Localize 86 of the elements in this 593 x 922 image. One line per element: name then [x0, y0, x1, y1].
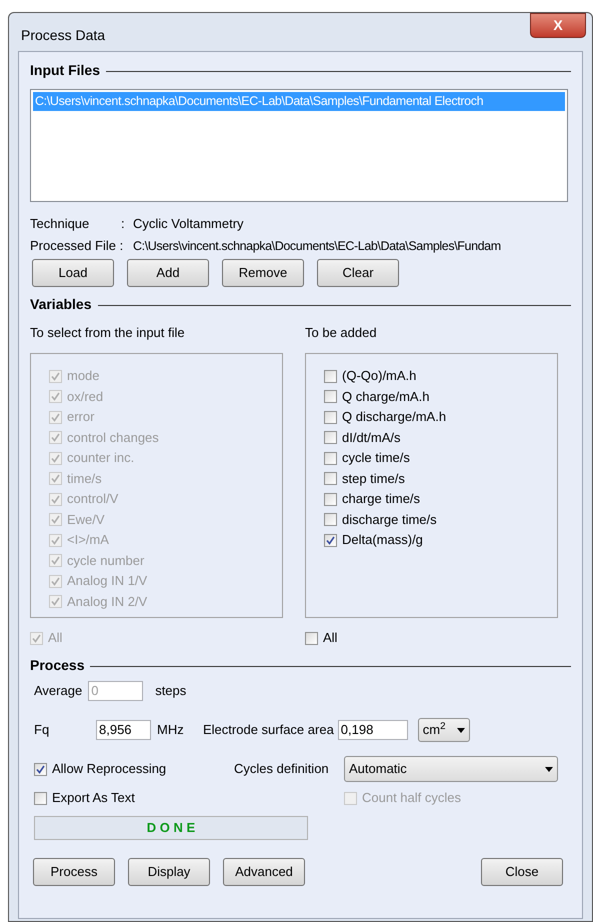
- section-heading: Input Files: [30, 60, 100, 80]
- checkmark-icon: [326, 536, 335, 544]
- checkbox[interactable]: [324, 431, 337, 444]
- checkbox-label: Q charge/mA.h: [342, 388, 430, 406]
- checkbox-label: Allow Reprocessing: [52, 760, 166, 778]
- dialog-button[interactable]: Add: [127, 259, 209, 287]
- checkmark-icon: [51, 556, 60, 565]
- unit-dropdown[interactable]: cm$^{2}$: [418, 718, 470, 742]
- checkbox-label: Analog IN 1/V: [67, 572, 148, 590]
- checkbox-label: Q discharge/mA.h: [342, 408, 446, 426]
- window-title: Process Data: [21, 26, 106, 45]
- group-title: To select from the input file: [30, 324, 186, 342]
- checkbox-label: Count half cycles: [362, 789, 461, 808]
- dialog-button[interactable]: Clear: [317, 259, 399, 287]
- dialog-button[interactable]: Display: [128, 858, 210, 886]
- checkbox[interactable]: [324, 472, 337, 485]
- dialog-button[interactable]: Remove: [222, 259, 304, 287]
- section-heading: Variables: [30, 294, 92, 314]
- checkbox[interactable]: [324, 410, 337, 424]
- window-close-button[interactable]: X: [530, 13, 586, 38]
- checkmark-icon: [51, 412, 60, 422]
- section-heading: Process: [30, 656, 84, 674]
- checkbox-label: (Q-Qo)/mA.h: [342, 367, 416, 386]
- checkbox-label: All: [323, 629, 338, 648]
- processed-file-value: C:\Users\vincent.schnapka\Documents\EC-Lab\Data\Samples\Fundam: [133, 238, 501, 255]
- unit-label: MHz: [157, 721, 185, 740]
- dropdown-arrow-icon: [456, 728, 465, 732]
- field-label: Processed File :: [30, 237, 124, 256]
- checkbox[interactable]: [324, 492, 337, 506]
- dialog-button[interactable]: Process: [33, 858, 115, 886]
- checkbox[interactable]: [34, 762, 47, 776]
- checkbox-label: <I>/mA: [67, 531, 109, 550]
- checkbox-label: error: [67, 408, 94, 426]
- separator-colon: :: [121, 215, 126, 234]
- checkbox[interactable]: [324, 534, 337, 546]
- checkbox-label: Export As Text: [52, 789, 135, 808]
- field-label: Cycles definition: [234, 760, 330, 778]
- checkbox[interactable]: [34, 792, 47, 804]
- field-label: Electrode surface area: [203, 721, 334, 740]
- checkbox-label: ox/red: [67, 388, 104, 406]
- group-title: To be added: [305, 324, 378, 342]
- checkmark-icon: [51, 433, 60, 442]
- input-field[interactable]: 8,956: [96, 720, 151, 740]
- checkmark-icon: [51, 474, 60, 483]
- field-label: Average: [34, 682, 82, 700]
- status-box: D O N E: [34, 816, 308, 840]
- dialog-button[interactable]: Advanced: [223, 858, 305, 886]
- checkmark-icon: [51, 576, 60, 586]
- checkbox-label: Ewe/V: [67, 510, 105, 529]
- checkbox-label: step time/s: [342, 470, 405, 488]
- checkmark-icon: [51, 536, 60, 544]
- checkbox[interactable]: [324, 452, 337, 464]
- checkbox-label: charge time/s: [342, 490, 420, 508]
- checkmark-icon: [51, 597, 60, 606]
- dropdown-arrow-icon: [545, 766, 553, 772]
- checkbox-label: cycle time/s: [342, 449, 410, 468]
- checkbox[interactable]: [324, 513, 337, 526]
- checkmark-icon: [51, 372, 60, 380]
- checkmark-icon: [51, 454, 60, 462]
- checkmark-icon: [51, 494, 60, 504]
- checkbox-label: counter inc.: [67, 449, 134, 468]
- dialog-button[interactable]: Close: [481, 858, 563, 886]
- checkbox[interactable]: [305, 632, 318, 644]
- checkbox-label: mode: [67, 367, 100, 386]
- checkbox[interactable]: [324, 370, 337, 382]
- technique-value: Cyclic Voltammetry: [133, 215, 244, 234]
- checkbox-label: control/V: [67, 490, 118, 508]
- checkbox-label: dI/dt/mA/s: [342, 428, 401, 447]
- cycles-dropdown[interactable]: Automatic: [344, 756, 558, 782]
- field-label: Fq: [34, 721, 50, 740]
- field-label: Technique: [30, 215, 90, 234]
- checkbox[interactable]: [324, 390, 337, 403]
- checkmark-icon: [51, 515, 60, 524]
- checkmark-icon: [51, 392, 60, 401]
- checkbox-label: Delta(mass)/g: [342, 531, 423, 550]
- checkbox-label: cycle number: [67, 552, 144, 570]
- checkbox-label: Analog IN 2/V: [67, 592, 148, 611]
- checkmark-icon: [36, 764, 45, 774]
- checkbox-label: control changes: [67, 428, 159, 447]
- input-field[interactable]: 0,198: [338, 720, 408, 740]
- checkmark-icon: [32, 634, 41, 642]
- unit-label: steps: [155, 682, 186, 700]
- checkbox-label: time/s: [67, 470, 102, 488]
- dialog-button[interactable]: Load: [32, 259, 114, 287]
- checkbox-label: All: [48, 629, 62, 648]
- checkbox-label: discharge time/s: [342, 510, 437, 529]
